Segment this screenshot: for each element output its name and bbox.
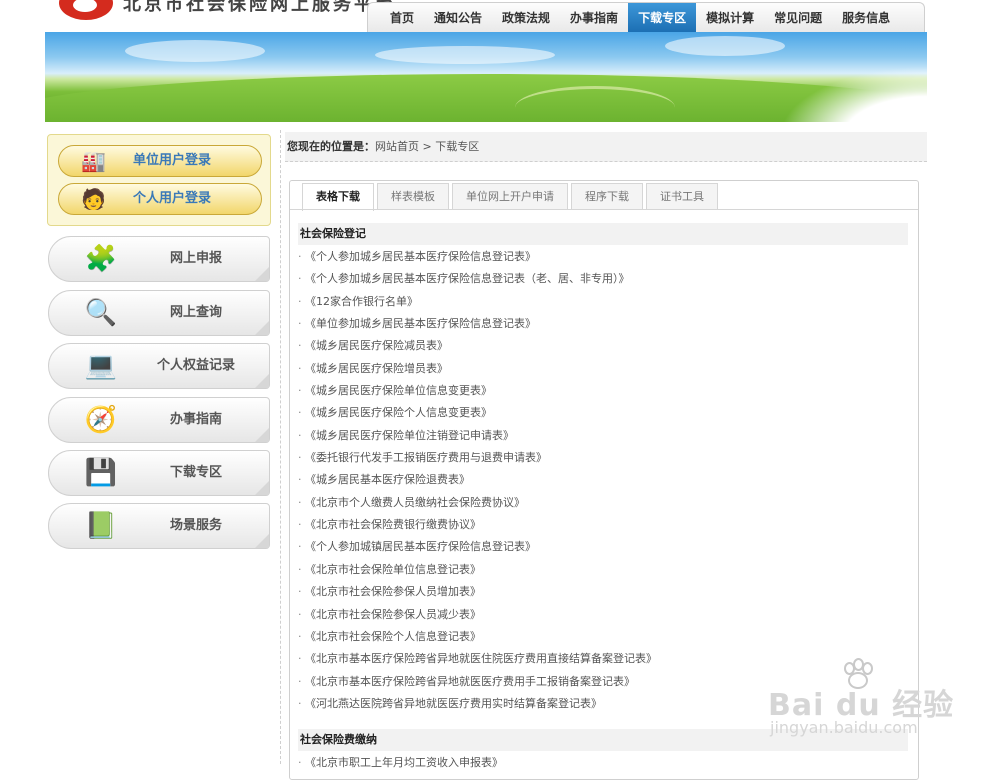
download-link[interactable]: 《北京市基本医疗保险跨省异地就医医疗费用手工报销备案登记表》 [298,671,657,693]
download-link[interactable]: 《个人参加城乡居民基本医疗保险信息登记表》 [298,246,657,268]
nav-notices[interactable]: 通知公告 [424,3,492,32]
header: 北京市社会保险网上服务平台 首页 通知公告 政策法规 办事指南 下载专区 模拟计… [45,0,927,32]
tab-program-download[interactable]: 程序下载 [571,183,643,209]
breadcrumb-separator: > [419,140,436,153]
download-link[interactable]: 《12家合作银行名单》 [298,291,657,313]
factory-icon: 🏭 [81,149,106,173]
sidebar: 🏭 单位用户登录 🧑 个人用户登录 🧩 网上申报 🔍 网上查询 💻 个人权益记录… [45,130,279,764]
book-icon: 📗 [84,511,118,541]
nav-guide[interactable]: 办事指南 [560,3,628,32]
breadcrumb-prefix: 您现在的位置是： [287,140,375,153]
breadcrumb: 您现在的位置是：网站首页 > 下载专区 [285,132,927,162]
sidebar-item-personal-records[interactable]: 💻 个人权益记录 [48,343,270,389]
person-icon: 🧑 [81,187,106,211]
download-link[interactable]: 《城乡居民医疗保险单位信息变更表》 [298,380,657,402]
computer-icon: 💻 [84,351,118,381]
tab-unit-account-application[interactable]: 单位网上开户申请 [452,183,568,209]
sidebar-item-label: 场景服务 [169,518,222,533]
download-link[interactable]: 《委托银行代发手工报销医疗费用与退费申请表》 [298,447,657,469]
personal-login-button[interactable]: 🧑 个人用户登录 [58,183,262,215]
sidebar-item-service-guide[interactable]: 🧭 办事指南 [48,397,270,443]
column-divider [280,130,281,764]
download-link[interactable]: 《城乡居民医疗保险个人信息变更表》 [298,402,657,424]
section-title: 社会保险费缴纳 [298,729,908,751]
login-box: 🏭 单位用户登录 🧑 个人用户登录 [47,134,271,226]
download-link[interactable]: 《个人参加城镇居民基本医疗保险信息登记表》 [298,536,657,558]
unit-login-button[interactable]: 🏭 单位用户登录 [58,145,262,177]
signpost-icon: 🧭 [84,405,118,435]
sidebar-item-online-query[interactable]: 🔍 网上查询 [48,290,270,336]
breadcrumb-current: 下载专区 [435,140,480,153]
banner-image [45,32,927,122]
download-link[interactable]: 《单位参加城乡居民基本医疗保险信息登记表》 [298,313,657,335]
personal-login-label: 个人用户登录 [133,191,212,206]
section-title: 社会保险登记 [298,223,908,245]
nav-downloads[interactable]: 下载专区 [628,3,697,32]
sidebar-item-scene-service[interactable]: 📗 场景服务 [48,503,270,549]
download-panel: 表格下载 样表模板 单位网上开户申请 程序下载 证书工具 社会保险登记 《个人参… [289,180,919,780]
sidebar-item-label: 办事指南 [169,412,222,427]
nav-policies[interactable]: 政策法规 [492,3,560,32]
download-link[interactable]: 《北京市社会保险参保人员增加表》 [298,581,657,603]
download-link[interactable]: 《个人参加城乡居民基本医疗保险信息登记表（老、居、非专用）》 [298,268,657,290]
download-link[interactable]: 《河北燕达医院跨省异地就医医疗费用实时结算备案登记表》 [298,693,657,715]
site-logo-icon[interactable] [59,0,113,20]
download-link[interactable]: 《城乡居民医疗保险减员表》 [298,335,657,357]
sidebar-item-label: 下载专区 [169,465,222,480]
download-list: 《个人参加城乡居民基本医疗保险信息登记表》 《个人参加城乡居民基本医疗保险信息登… [298,246,657,715]
sidebar-item-label: 网上查询 [169,305,222,320]
main-nav: 首页 通知公告 政策法规 办事指南 下载专区 模拟计算 常见问题 服务信息 [367,2,925,32]
nav-home[interactable]: 首页 [380,3,424,32]
page: 北京市社会保险网上服务平台 首页 通知公告 政策法规 办事指南 下载专区 模拟计… [45,0,927,780]
floppy-icon: 💾 [84,458,118,488]
download-link[interactable]: 《北京市职工上年月均工资收入申报表》 [298,752,503,774]
download-link[interactable]: 《北京市社会保险个人信息登记表》 [298,626,657,648]
sidebar-item-online-declaration[interactable]: 🧩 网上申报 [48,236,270,282]
magnifier-icon: 🔍 [84,298,118,328]
download-link[interactable]: 《北京市社会保险费银行缴费协议》 [298,514,657,536]
nav-calculator[interactable]: 模拟计算 [696,3,764,32]
nav-faq[interactable]: 常见问题 [764,3,832,32]
download-list: 《北京市职工上年月均工资收入申报表》 [298,752,503,774]
download-link[interactable]: 《北京市社会保险参保人员减少表》 [298,604,657,626]
nav-service-info[interactable]: 服务信息 [832,3,900,32]
tab-sample-templates[interactable]: 样表模板 [377,183,449,209]
download-link[interactable]: 《城乡居民基本医疗保险退费表》 [298,469,657,491]
tab-bar: 表格下载 样表模板 单位网上开户申请 程序下载 证书工具 [302,183,721,211]
tab-certificate-tools[interactable]: 证书工具 [646,183,718,209]
download-link[interactable]: 《城乡居民医疗保险单位注销登记申请表》 [298,425,657,447]
unit-login-label: 单位用户登录 [133,153,212,168]
download-link[interactable]: 《北京市社会保险单位信息登记表》 [298,559,657,581]
sidebar-item-label: 个人权益记录 [156,358,235,373]
sidebar-item-label: 网上申报 [169,251,222,266]
tab-divider [290,209,918,210]
site-title: 北京市社会保险网上服务平台 [123,0,396,15]
breadcrumb-home-link[interactable]: 网站首页 [375,140,419,153]
blocks-icon: 🧩 [84,244,118,274]
download-link[interactable]: 《北京市基本医疗保险跨省异地就医住院医疗费用直接结算备案登记表》 [298,648,657,670]
download-link[interactable]: 《城乡居民医疗保险增员表》 [298,358,657,380]
sidebar-item-downloads[interactable]: 💾 下载专区 [48,450,270,496]
tab-form-download[interactable]: 表格下载 [302,183,374,211]
download-link[interactable]: 《北京市个人缴费人员缴纳社会保险费协议》 [298,492,657,514]
